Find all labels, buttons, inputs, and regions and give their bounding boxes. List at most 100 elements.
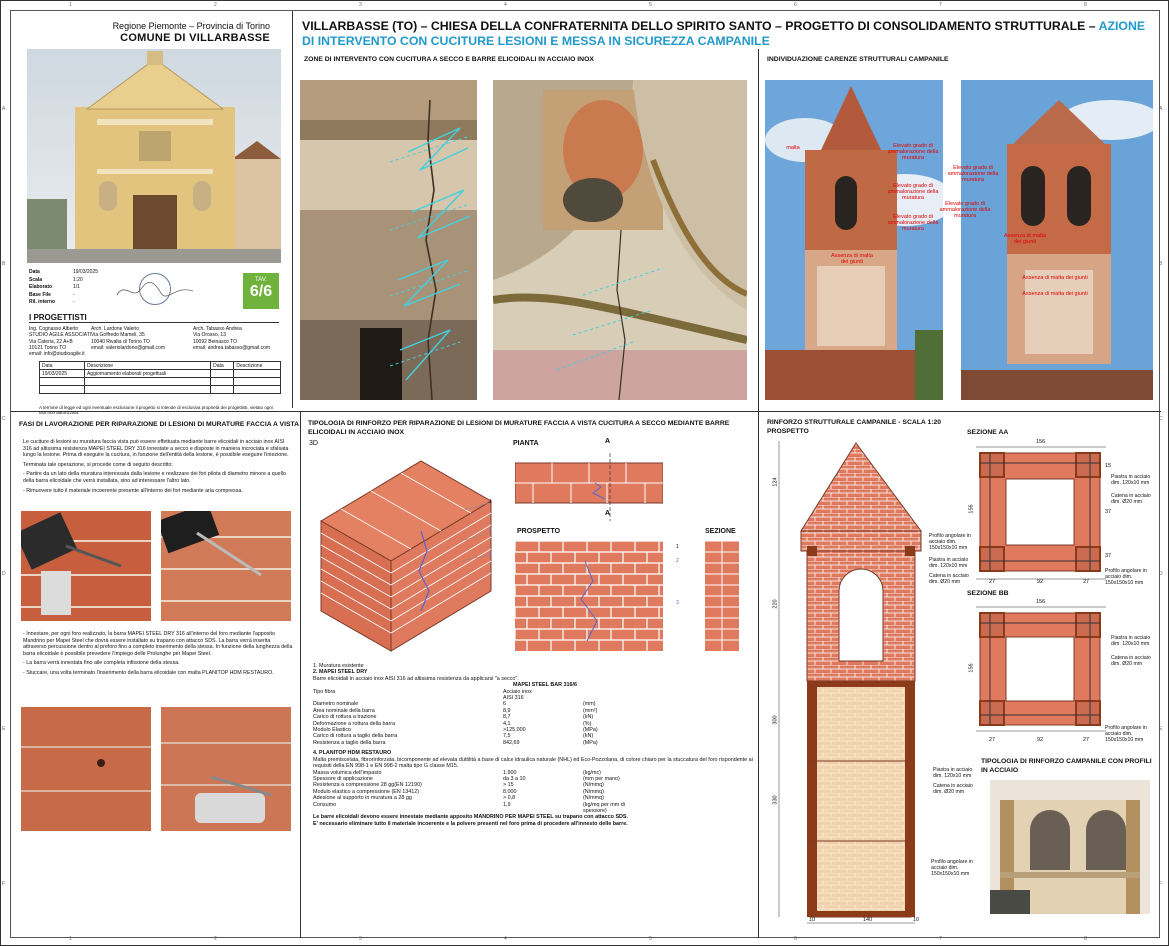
label-catena-1: Catena in acciaio dim. Ø20 mm [929, 573, 969, 585]
label-profilo-1: Profilo angolare in acciaio dim. 150x150… [929, 533, 971, 551]
campanile-drawing [778, 441, 922, 924]
legal-note: A termine di legge ed ogni eventuale esc… [39, 405, 273, 415]
zone-title: ZONE DI INTERVENTO CON CUCITURA A SECCO … [304, 56, 594, 63]
carenze-title: INDIVIDUAZIONE CARENZE STRUTTURALI CAMPA… [767, 56, 949, 63]
sezione-bricks [705, 541, 739, 651]
dim-base-2: 140 [863, 917, 873, 923]
church-facade-image [27, 49, 281, 263]
rinforzo-title: RINFORZO STRUTTURALE CAMPANILE - SCALA 1… [767, 419, 942, 426]
revisions-table: Data Descrizione Data Descrizione 19/03/… [39, 361, 281, 394]
callout-1-prospetto: 1 [676, 544, 679, 550]
page-title: VILLARBASSE (TO) – CHIESA DELLA CONFRATE… [302, 19, 1146, 48]
tipologia-title: TIPOLOGIA DI RINFORZO PER RIPARAZIONE DI… [308, 420, 730, 436]
tip-campanile-title: TIPOLOGIA DI RINFORZO CAMPANILE CON PROF… [981, 758, 1152, 774]
callout-3-3d: 3 [489, 552, 492, 558]
table-row [39, 385, 281, 394]
sezione-bb-title: SEZIONE BB [967, 590, 1009, 597]
red-label-1: Elevato grado di ammalorazione della mur… [887, 143, 939, 161]
aa-dim-r3: 37 [1105, 553, 1112, 559]
ruler-top: 1 2 3 4 5 6 7 8 [69, 2, 1087, 8]
dim-124: 124 [772, 477, 779, 487]
red-label-6: Elevato grado di ammalorazione della mur… [947, 165, 999, 183]
label-piastra-1: Piastra in acciaio dim. 120x10 mm [929, 557, 969, 569]
sezione-aa-drawing [976, 446, 1106, 580]
tech-specs: 1. Muratura esistente 2. MAPEI STEEL DRY… [313, 663, 753, 827]
aa-dim-b2: 92 [1037, 579, 1044, 585]
callout-1-3d: 1 [489, 499, 492, 505]
table-row [39, 377, 281, 386]
bb-label-catena: Catena in acciaio dim. Ø20 mm [1111, 655, 1151, 667]
dim-base-1: 10 [809, 917, 816, 923]
dim-300: 300 [772, 715, 779, 725]
dim-base-3: 10 [913, 917, 920, 923]
red-label-3: Elevato grado di ammalorazione della mur… [887, 214, 939, 232]
church-photo [27, 49, 281, 263]
table-row: 19/03/2025 Aggiornamento elaborati proge… [39, 369, 281, 378]
fasi-title: FASI DI LAVORAZIONE PER RIPARAZIONE DI L… [19, 421, 300, 428]
aa-dim-b3: 27 [1083, 579, 1090, 585]
red-label-9: Assenza di malta dei giunti [1022, 275, 1088, 281]
red-label-8: Assenza di malta dei giunti [1004, 233, 1046, 245]
prospetto-bricks [515, 541, 663, 651]
divider-vertical-top [758, 49, 759, 411]
spec-row: Consumo 1,9 (kg/mq per mm di spessore) [313, 801, 625, 814]
red-label-malta: malta [786, 145, 800, 151]
crack-photo-1 [300, 80, 477, 400]
fasi-text-1: Le cuciture di lesioni su muratura facci… [23, 439, 289, 494]
region-label: Regione Piemonte – Provincia di Torino [112, 21, 270, 31]
tav-badge: TAV. 6/6 [243, 273, 279, 309]
red-label-10: Assenza di malta dei giunti [1022, 291, 1088, 297]
bb-dim-top: 156 [1036, 599, 1046, 605]
label-sezione: SEZIONE [705, 528, 736, 535]
progettista-3: Arch. Tabasso Andrea Via Orosso, 13 1009… [193, 326, 271, 351]
section-mark-top: A [605, 438, 611, 445]
ruler-left: A B C D E F [2, 106, 6, 887]
drill-photo-4 [161, 707, 291, 831]
dim-220: 220 [772, 599, 779, 609]
comune-label: COMUNE DI VILLARBASSE [120, 32, 270, 44]
aa-dim-b1: 27 [989, 579, 996, 585]
crack-photo-2 [493, 80, 747, 400]
section-mark-bottom: A [605, 510, 611, 517]
mortar-spec-rows: Massa volumica dell'impasto 1.900 (kg/mc) S… [313, 770, 753, 815]
callout-3-prospetto: 3 [676, 600, 679, 606]
divider-vertical-bottom-left [300, 411, 301, 938]
dim-330: 330 [772, 795, 779, 805]
aa-dim-r2: 37 [1105, 509, 1112, 515]
title-block: Regione Piemonte – Provincia di Torino C… [11, 11, 293, 415]
label-pianta: PIANTA [513, 440, 539, 447]
sezione-bb-drawing [976, 606, 1106, 732]
red-label-7: Elevato grado di ammalorazione della mur… [939, 201, 991, 219]
progettisti-title: I PROGETTISTI [29, 313, 279, 323]
table-row: Data Descrizione Data Descrizione [39, 361, 281, 370]
bb-dim-b3: 27 [1083, 737, 1090, 743]
aa-dim-r1: 15 [1105, 463, 1112, 469]
drill-photo-1 [21, 511, 151, 621]
bb-dim-b2: 92 [1037, 737, 1044, 743]
pianta-drawing [515, 453, 663, 521]
red-label-2: Elevato grado di ammalorazione della mur… [887, 183, 939, 201]
spec-row: Resistenza a taglio della barra 842,69 (MP… [313, 739, 598, 746]
bar-spec-rows: Tipo fibra Acciaio inox AISI 316 Diametro n… [313, 689, 753, 747]
progettista-1: Ing. Cognasso Alberto STUDIO AGILE ASSOC… [29, 326, 92, 358]
label-profilo-2: Profilo angolare in acciaio dim. 150x150… [931, 859, 973, 877]
aa-label-profilo: Profilo angolare in acciaio dim. 150x150… [1105, 568, 1147, 586]
brick-3d-drawing [320, 460, 492, 652]
aa-dim-top: 156 [1036, 439, 1046, 445]
prospetto-title: PROSPETTO [767, 428, 809, 435]
bb-label-profilo: Profilo angolare in acciaio dim. 150x150… [1105, 725, 1147, 743]
divider-vertical-bottom-right [758, 411, 759, 938]
progettista-2: Arch. Lardone Valerio Via Goffredo Mamel… [91, 326, 165, 351]
bb-dim-b1: 27 [989, 737, 996, 743]
drawing-sheet: 1 2 3 4 5 6 7 8 1 2 3 4 5 6 7 8 A B C D … [0, 0, 1169, 946]
drill-photo-2 [161, 511, 291, 621]
aa-label-catena: Catena in acciaio dim. Ø20 mm [1111, 493, 1151, 505]
label-3d: 3D [309, 440, 318, 447]
drill-photo-3 [21, 707, 151, 831]
campanile-steel-photo [990, 780, 1150, 914]
bb-label-piastra: Piastra in acciaio dim. 120x10 mm [1111, 635, 1151, 647]
label-catena-2: Catena in acciaio dim. Ø20 mm [933, 783, 973, 795]
callout-2-3d: 2 [489, 528, 492, 534]
tower-photo-1 [765, 80, 943, 400]
sezione-aa-title: SEZIONE AA [967, 429, 1009, 436]
